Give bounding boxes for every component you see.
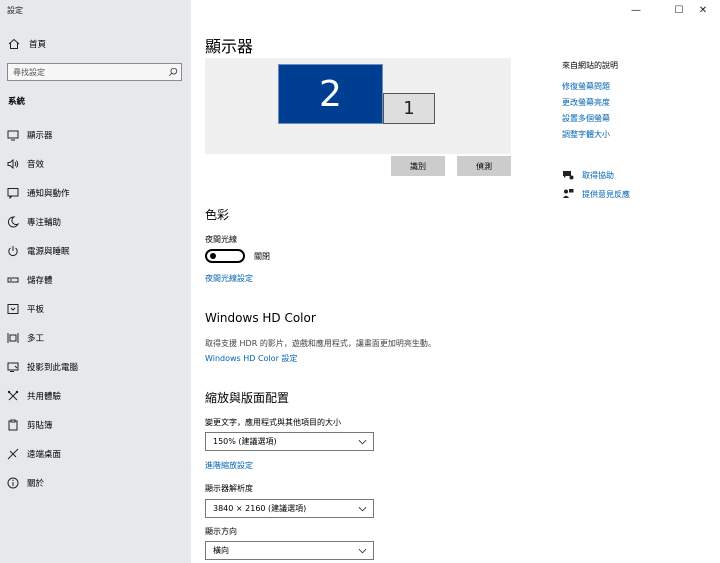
resolution-label: 顯示器解析度 xyxy=(205,484,253,493)
storage-icon xyxy=(7,274,19,286)
sidebar-item-notifications[interactable]: 通知與動作 xyxy=(0,179,191,207)
app-title: 設定 xyxy=(7,6,23,15)
sidebar-item-remote-desktop[interactable]: 遠端桌面 xyxy=(0,440,191,468)
feedback-label: 提供意見反應 xyxy=(582,189,630,199)
sidebar-item-sound[interactable]: 音效 xyxy=(0,150,191,178)
sidebar-item-project[interactable]: 投影到此電腦 xyxy=(0,353,191,381)
hdr-settings-link[interactable]: Windows HD Color 設定 xyxy=(205,353,297,364)
sidebar-item-label: 共用體驗 xyxy=(27,392,62,402)
night-light-toggle[interactable] xyxy=(205,249,245,263)
chevron-down-icon xyxy=(351,439,373,445)
sidebar-item-label: 遠端桌面 xyxy=(27,450,62,460)
sidebar-item-label: 專注輔助 xyxy=(27,218,62,228)
sidebar-item-label: 剪貼簿 xyxy=(27,421,53,431)
sidebar-item-display[interactable]: 顯示器 xyxy=(0,121,191,149)
sidebar-item-label: 電源與睡眠 xyxy=(27,247,70,257)
sidebar-item-label: 多工 xyxy=(27,334,45,344)
chevron-down-icon xyxy=(351,548,373,554)
speaker-icon xyxy=(7,158,19,170)
remote-desktop-icon xyxy=(7,448,19,460)
get-help-link[interactable]: 取得協助 xyxy=(562,169,614,181)
chat-help-icon xyxy=(562,169,574,181)
scale-dropdown[interactable]: 150% (建議選項) xyxy=(205,432,374,451)
scale-layout-heading: 縮放與版面配置 xyxy=(205,391,290,405)
sidebar-item-shared-experiences[interactable]: 共用體驗 xyxy=(0,382,191,410)
sidebar-item-clipboard[interactable]: 剪貼簿 xyxy=(0,411,191,439)
search-placeholder: 尋找設定 xyxy=(13,67,45,77)
chevron-down-icon xyxy=(351,506,373,512)
feedback-link[interactable]: 提供意見反應 xyxy=(562,188,630,200)
help-link-multiple-screens[interactable]: 設置多個螢幕 xyxy=(562,113,610,124)
advanced-scaling-link[interactable]: 進階縮放設定 xyxy=(205,460,253,471)
search-icon[interactable] xyxy=(165,64,181,80)
close-button[interactable]: ✕ xyxy=(686,0,720,20)
sidebar-item-label: 通知與動作 xyxy=(27,189,70,199)
monitor-2-tile[interactable]: 2 xyxy=(278,64,383,124)
sidebar-item-label: 儲存體 xyxy=(27,276,53,286)
help-link-font-size[interactable]: 調整字體大小 xyxy=(562,129,610,140)
shared-icon xyxy=(7,390,19,402)
sidebar-item-storage[interactable]: 儲存體 xyxy=(0,266,191,294)
sidebar: 設定 首頁 尋找設定 系統 顯示器 音效 通知與動作 專注輔助 電源與睡眠 儲存… xyxy=(0,0,191,563)
clipboard-icon xyxy=(7,419,19,431)
help-link-brightness[interactable]: 更改螢幕亮度 xyxy=(562,97,610,108)
sidebar-item-tablet[interactable]: 平板 xyxy=(0,295,191,323)
web-help-heading: 來自網站的說明 xyxy=(562,61,618,70)
toggle-knob xyxy=(210,253,216,259)
sidebar-item-focus-assist[interactable]: 專注輔助 xyxy=(0,208,191,236)
sidebar-item-label: 平板 xyxy=(27,305,45,315)
night-light-label: 夜間光線 xyxy=(205,235,237,244)
monitor-arrangement: 2 1 xyxy=(205,58,511,154)
identify-button[interactable]: 識別 xyxy=(391,156,445,176)
sidebar-item-label: 顯示器 xyxy=(27,131,53,141)
detect-button[interactable]: 偵測 xyxy=(457,156,511,176)
color-heading: 色彩 xyxy=(205,208,230,222)
tablet-icon xyxy=(7,303,19,315)
page-title: 顯示器 xyxy=(205,37,254,56)
home-icon xyxy=(8,38,20,50)
sidebar-item-label: 關於 xyxy=(27,479,45,489)
sidebar-item-multitasking[interactable]: 多工 xyxy=(0,324,191,352)
power-icon xyxy=(7,245,19,257)
search-input[interactable]: 尋找設定 xyxy=(7,63,182,81)
sidebar-section-system: 系統 xyxy=(8,97,26,107)
multitask-icon xyxy=(7,332,19,344)
orientation-value: 橫向 xyxy=(213,546,229,555)
sidebar-home-label: 首頁 xyxy=(29,40,47,50)
sidebar-item-power[interactable]: 電源與睡眠 xyxy=(0,237,191,265)
hdr-heading: Windows HD Color xyxy=(205,311,316,325)
sidebar-item-label: 音效 xyxy=(27,160,45,170)
sidebar-item-label: 投影到此電腦 xyxy=(27,363,79,373)
orientation-dropdown[interactable]: 橫向 xyxy=(205,541,374,560)
project-icon xyxy=(7,361,19,373)
scale-label: 變更文字，應用程式與其他項目的大小 xyxy=(205,418,341,427)
feedback-icon xyxy=(562,188,574,200)
moon-icon xyxy=(7,216,19,228)
resolution-dropdown[interactable]: 3840 × 2160 (建議選項) xyxy=(205,499,374,518)
toggle-state-label: 關閉 xyxy=(254,252,270,261)
notification-icon xyxy=(7,187,19,199)
info-icon xyxy=(7,477,19,489)
get-help-label: 取得協助 xyxy=(582,170,614,180)
night-light-settings-link[interactable]: 夜間光線設定 xyxy=(205,273,253,284)
help-link-fix-screen[interactable]: 修復螢幕問題 xyxy=(562,81,610,92)
orientation-label: 顯示方向 xyxy=(205,527,237,536)
hdr-description: 取得支援 HDR 的影片，遊戲和應用程式，讓畫面更加明亮生動。 xyxy=(205,339,436,348)
scale-value: 150% (建議選項) xyxy=(213,437,277,446)
monitor-1-tile[interactable]: 1 xyxy=(383,93,435,124)
sidebar-home[interactable]: 首頁 xyxy=(8,37,46,51)
sidebar-item-about[interactable]: 關於 xyxy=(0,469,191,497)
resolution-value: 3840 × 2160 (建議選項) xyxy=(213,504,307,513)
monitor-icon xyxy=(7,129,19,141)
minimize-button[interactable]: — xyxy=(619,0,653,20)
